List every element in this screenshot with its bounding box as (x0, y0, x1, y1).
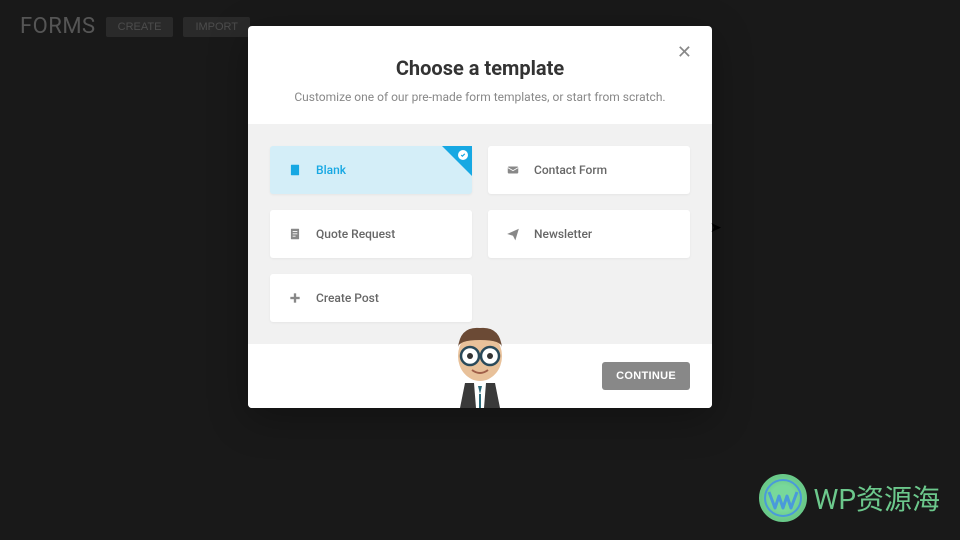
template-grid: Blank Contact Form Quote Request Newslet… (248, 124, 712, 344)
file-icon (288, 163, 302, 177)
template-blank[interactable]: Blank (270, 146, 472, 194)
template-quote-request[interactable]: Quote Request (270, 210, 472, 258)
plus-icon (288, 291, 302, 305)
watermark-text: WP资源海 (813, 478, 940, 518)
continue-button[interactable]: CONTINUE (602, 362, 690, 390)
modal-title: Choose a template (278, 56, 682, 80)
template-create-post[interactable]: Create Post (270, 274, 472, 322)
modal-subtitle: Customize one of our pre-made form templ… (278, 90, 682, 104)
template-label: Quote Request (316, 227, 395, 241)
close-icon: ✕ (677, 42, 692, 62)
template-label: Contact Form (534, 163, 607, 177)
watermark-logo-icon (759, 474, 807, 522)
template-label: Create Post (316, 291, 379, 305)
template-newsletter[interactable]: Newsletter (488, 210, 690, 258)
modal-header: Choose a template Customize one of our p… (248, 26, 712, 124)
document-icon (288, 227, 302, 241)
close-button[interactable]: ✕ (677, 42, 692, 63)
template-label: Blank (316, 163, 346, 177)
watermark: WP资源海 (759, 474, 940, 522)
modal-footer: CONTINUE (248, 344, 712, 408)
check-icon (458, 150, 468, 160)
mail-icon (506, 163, 520, 177)
template-label: Newsletter (534, 227, 592, 241)
template-contact-form[interactable]: Contact Form (488, 146, 690, 194)
mascot-illustration (430, 318, 530, 408)
send-icon (506, 227, 520, 241)
template-modal: ✕ Choose a template Customize one of our… (248, 26, 712, 408)
